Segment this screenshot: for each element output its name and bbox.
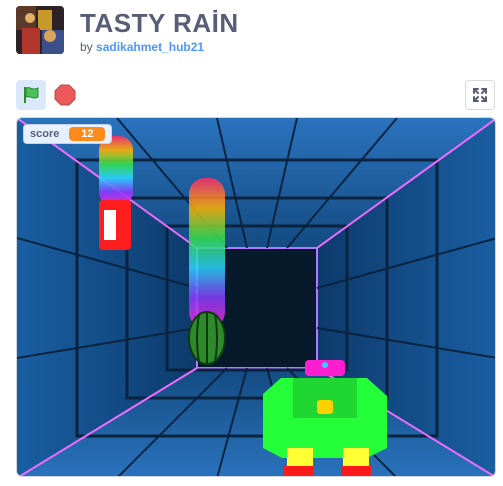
fullscreen-button[interactable]	[465, 80, 495, 110]
green-flag-button[interactable]	[16, 80, 46, 110]
score-monitor: score 12	[23, 124, 113, 144]
tunnel-background	[17, 118, 495, 476]
project-thumbnail	[16, 6, 64, 54]
stop-sign-icon	[54, 84, 76, 106]
author-link[interactable]: sadikahmet_hub21	[96, 40, 204, 54]
project-byline: by sadikahmet_hub21	[80, 40, 204, 54]
score-label: score	[30, 128, 60, 140]
project-title: TASTY RAİN	[80, 8, 239, 38]
game-stage[interactable]: score 12	[16, 117, 496, 477]
fullscreen-icon	[473, 88, 487, 102]
score-value: 12	[69, 127, 106, 141]
by-label: by	[80, 40, 93, 54]
stop-button[interactable]	[52, 82, 78, 108]
green-flag-icon	[24, 87, 39, 103]
